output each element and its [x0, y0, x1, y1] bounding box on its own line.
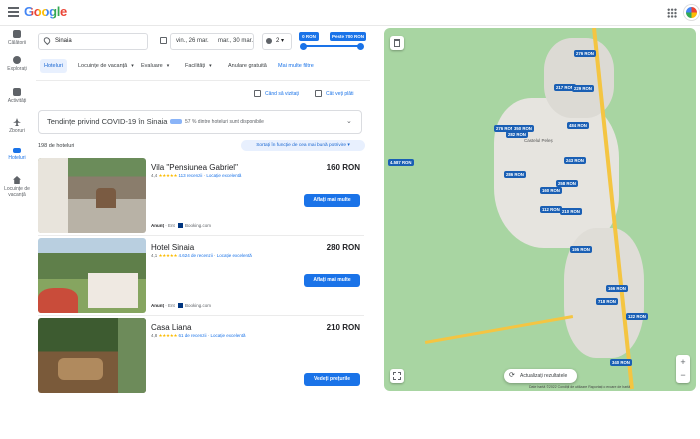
explore-icon	[13, 56, 21, 64]
map-price-pin[interactable]: 160 RON	[540, 187, 562, 194]
price-slider-max-handle[interactable]	[357, 42, 364, 50]
hotel-rating: 4,4 ★★★★★ 113 recenzii · Locație excelen…	[151, 173, 242, 178]
hotel-price: 160 RON	[326, 163, 360, 172]
hotel-image[interactable]	[38, 318, 146, 393]
zoom-out-icon[interactable]: −	[676, 369, 690, 383]
menu-icon[interactable]	[8, 7, 19, 17]
hotel-name[interactable]: Vila "Pensiunea Gabriel"	[151, 163, 238, 172]
map-price-pin[interactable]: 195 RON	[570, 246, 592, 253]
logo-text: Google	[24, 4, 67, 19]
place-label: Castelul Peleș	[524, 138, 553, 143]
map-price-pin[interactable]: 258 RON	[556, 180, 578, 187]
nav-explore[interactable]: Explorați	[0, 56, 34, 72]
map-delete-button[interactable]	[390, 36, 404, 50]
price-chart-icon	[315, 90, 322, 97]
top-bar	[0, 0, 700, 26]
hotel-name[interactable]: Casa Liana	[151, 323, 191, 332]
map-footer: Date hartă ©2022 Condiții de utilizare R…	[529, 385, 631, 389]
person-icon	[266, 38, 272, 44]
price-min-label: 0 RON	[299, 32, 319, 41]
nav-vacation-rentals[interactable]: Locuințe de vacanță	[0, 176, 34, 198]
fullscreen-icon	[393, 372, 401, 380]
map-price-pin[interactable]: 166 RON	[606, 285, 628, 292]
suitcase-icon	[13, 30, 21, 38]
side-nav: Călătorii Explorați Activități Zboruri H…	[0, 26, 34, 439]
location-input[interactable]: Sinaia	[38, 33, 148, 50]
covid-availability: 57 % dintre hoteluri sunt disponibile	[185, 119, 264, 125]
avatar[interactable]	[684, 5, 699, 20]
google-logo[interactable]: Google	[24, 4, 67, 19]
map-price-pin[interactable]: 243 RON	[564, 157, 586, 164]
nav-activities[interactable]: Activități	[0, 88, 34, 104]
how-much-link[interactable]: Cât veți plăti	[326, 90, 354, 98]
map-price-pin[interactable]: 276 RON	[574, 50, 596, 57]
availability-bar-icon	[170, 119, 182, 124]
fullscreen-button[interactable]	[390, 369, 404, 383]
zoom-in-icon[interactable]: +	[676, 355, 690, 369]
checkin-date[interactable]: vin., 26 mar.	[176, 33, 209, 50]
hotel-name[interactable]: Hotel Sinaia	[151, 243, 194, 252]
trash-icon	[394, 39, 400, 47]
chevron-down-icon[interactable]: ⌄	[346, 117, 352, 125]
calendar-chart-icon	[254, 90, 261, 97]
filter-vacation-rentals[interactable]: Locuințe de vacanță	[74, 59, 138, 73]
bed-icon	[13, 148, 21, 153]
booking-icon	[178, 223, 184, 229]
hotel-price: 210 RON	[326, 323, 360, 332]
price-max-label: Peste 700 RON	[330, 32, 366, 41]
map-price-pin[interactable]: 210 RON	[560, 208, 582, 215]
sort-button[interactable]: Sortați în funcție de cea mai bună potri…	[241, 140, 365, 151]
filter-more[interactable]: Mai multe filtre	[274, 59, 318, 73]
nav-flights[interactable]: Zboruri	[0, 118, 34, 134]
when-to-visit-link[interactable]: Când să vizitați	[265, 90, 299, 98]
filter-hotels[interactable]: Hoteluri	[40, 59, 67, 73]
map-price-pin[interactable]: 340 RON	[610, 359, 632, 366]
camera-icon	[13, 88, 21, 96]
divider	[36, 80, 370, 81]
hotel-image[interactable]	[38, 238, 146, 313]
map-price-pin[interactable]: 484 RON	[567, 122, 589, 129]
filter-free-cancellation[interactable]: Anulare gratuită	[224, 59, 271, 73]
ad-label: Anunț · Ent Booking.com	[151, 303, 212, 309]
checkout-date[interactable]: mar., 30 mar.	[218, 33, 253, 50]
filter-rating[interactable]: Evaluare	[137, 59, 173, 73]
map-price-pin[interactable]: 229 RON	[572, 85, 594, 92]
results-count: 198 de hoteluri	[38, 143, 75, 149]
map-price-pin[interactable]: 286 RON	[504, 171, 526, 178]
map-price-pin[interactable]: 122 RON	[626, 313, 648, 320]
map-price-pin[interactable]: 282 RON	[506, 131, 528, 138]
apps-grid-icon[interactable]	[667, 8, 677, 18]
hotel-rating: 4,1 ★★★★★ 4.624 de recenzii · Locație ex…	[151, 253, 252, 258]
plane-icon	[13, 118, 21, 126]
booking-icon	[178, 303, 184, 309]
hotel-price: 280 RON	[326, 243, 360, 252]
calendar-icon	[160, 37, 167, 44]
nav-trips[interactable]: Călătorii	[0, 30, 34, 46]
price-slider-min-handle[interactable]	[300, 42, 307, 50]
covid-title: Tendințe privind COVID-19 în Sinaia	[47, 117, 168, 126]
house-icon	[13, 176, 21, 184]
map-price-pin[interactable]: 4.587 RON	[388, 159, 414, 166]
zoom-controls[interactable]: + −	[676, 355, 690, 383]
refresh-icon: ⟳	[509, 372, 515, 379]
ad-label: Anunț · Ent Booking.com	[151, 223, 212, 229]
learn-more-button[interactable]: Aflați mai multe	[304, 274, 360, 287]
learn-more-button[interactable]: Aflați mai multe	[304, 194, 360, 207]
nav-hotels[interactable]: Hoteluri	[0, 148, 34, 161]
hotel-rating: 4,8 ★★★★★ 61 de recenzii · Locație excel…	[151, 333, 246, 338]
filter-amenities[interactable]: Facilități	[181, 59, 216, 73]
hotel-image[interactable]	[38, 158, 146, 233]
refresh-results-button[interactable]: ⟳ Actualizați rezultatele	[504, 369, 577, 383]
map[interactable]: Castelul Peleș 276 RON 217 RON 229 RON 2…	[384, 28, 696, 391]
map-price-pin[interactable]: 112 RON	[540, 206, 562, 213]
price-slider-track[interactable]	[303, 45, 361, 47]
map-price-pin[interactable]: 718 RON	[596, 298, 618, 305]
view-prices-button[interactable]: Vedeți prețurile	[304, 373, 360, 386]
